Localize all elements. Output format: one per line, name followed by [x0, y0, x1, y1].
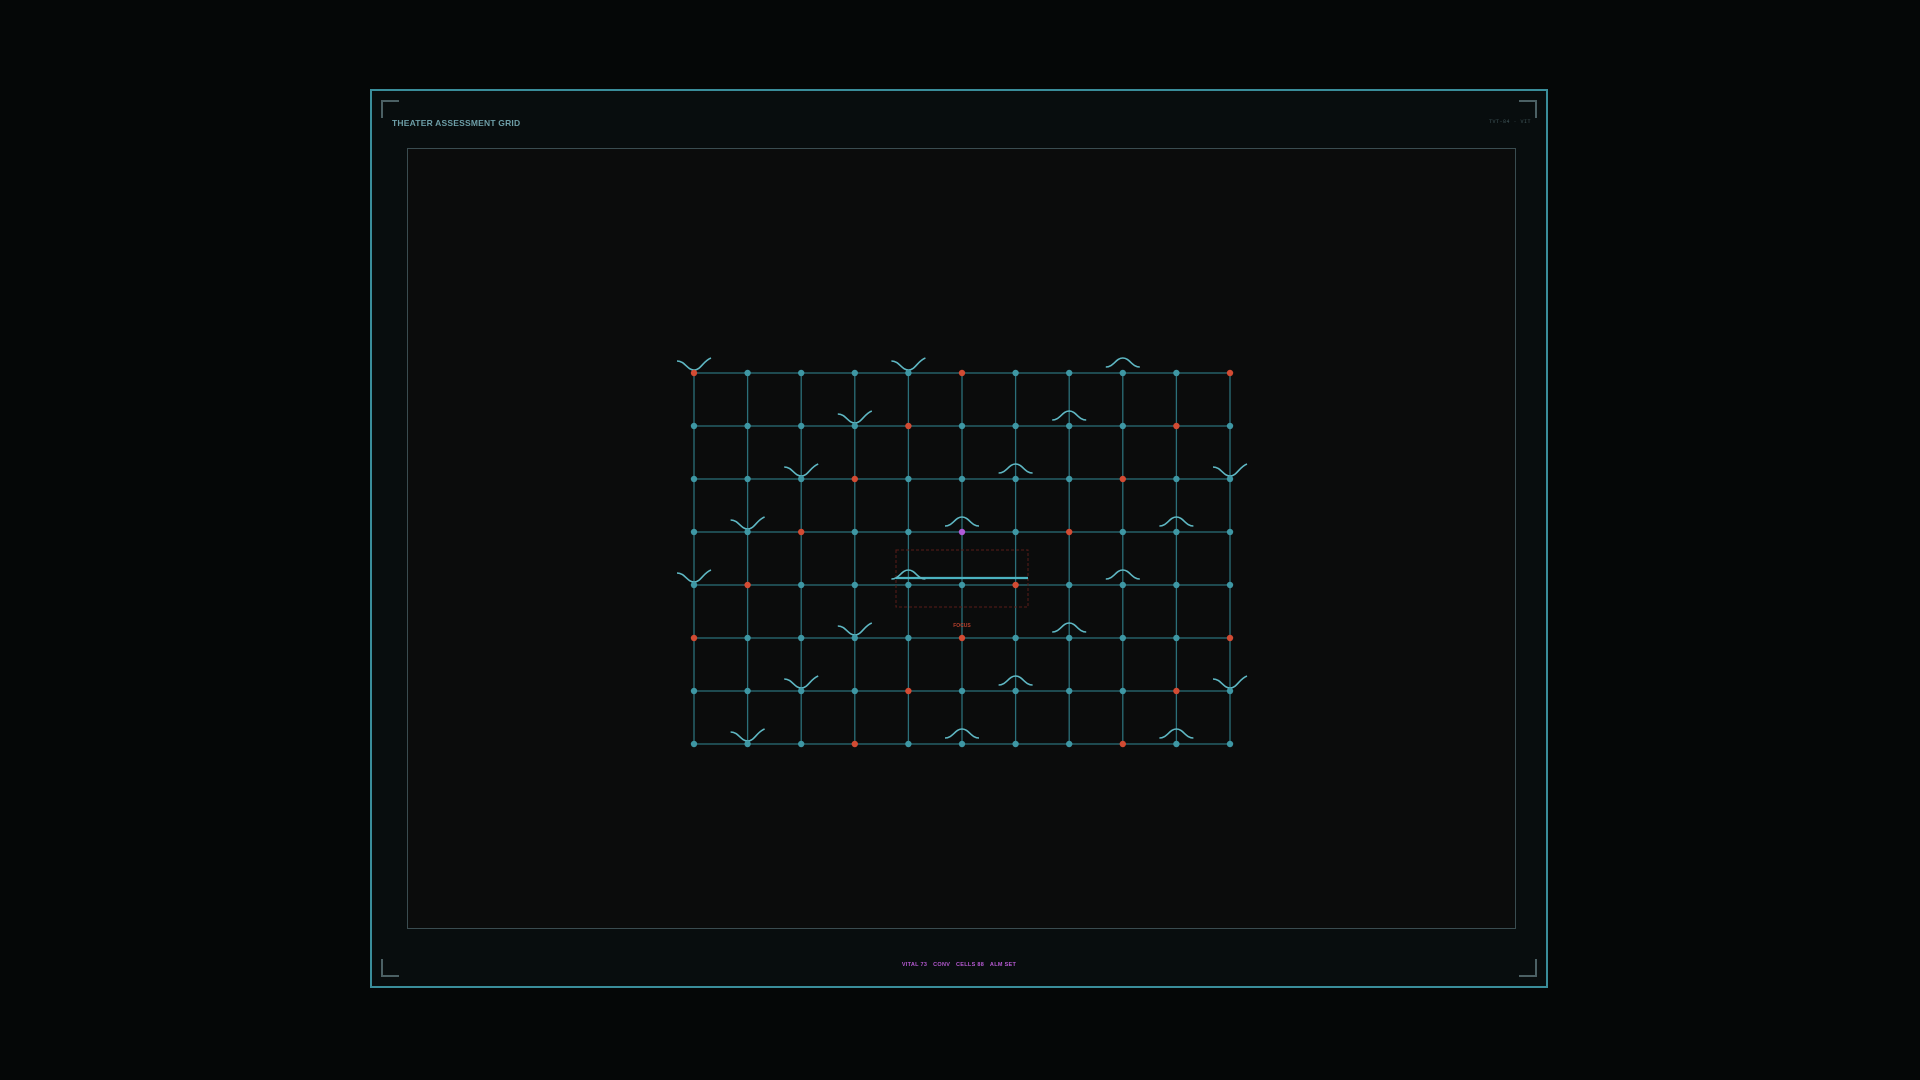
grid-node-alert[interactable]: [851, 740, 858, 748]
assessment-window: THEATER ASSESSMENT GRID TVT-84 · VIT FOC…: [370, 89, 1548, 988]
grid-node[interactable]: [798, 475, 805, 483]
grid-node-alert[interactable]: [1119, 475, 1126, 483]
grid-node[interactable]: [905, 581, 912, 589]
grid-node[interactable]: [744, 634, 751, 642]
status-cells: CELLS 88: [956, 962, 985, 968]
grid-node[interactable]: [1119, 528, 1126, 536]
grid-node-alert[interactable]: [690, 634, 698, 642]
grid-node-alert[interactable]: [851, 475, 858, 483]
grid-node[interactable]: [1226, 528, 1234, 536]
grid-node[interactable]: [744, 740, 751, 748]
grid-node[interactable]: [905, 634, 912, 642]
status-alarm: ALM SET: [989, 962, 1017, 968]
grid-node-alert[interactable]: [798, 528, 805, 536]
grid-node-alert[interactable]: [905, 422, 912, 430]
grid-node[interactable]: [1173, 634, 1180, 642]
grid-node[interactable]: [744, 422, 751, 430]
focus-label: FOCUS: [953, 623, 971, 629]
grid-node[interactable]: [1012, 740, 1019, 748]
assessment-grid[interactable]: FOCUS: [372, 91, 1546, 986]
grid-node-alert[interactable]: [1226, 369, 1234, 377]
grid-node[interactable]: [1226, 740, 1234, 748]
grid-node[interactable]: [1119, 369, 1126, 377]
grid-node[interactable]: [744, 528, 751, 536]
grid-node[interactable]: [798, 369, 805, 377]
grid-node[interactable]: [1012, 369, 1019, 377]
grid-node[interactable]: [1066, 634, 1073, 642]
grid-node[interactable]: [958, 687, 966, 695]
grid-node-alert[interactable]: [1066, 528, 1073, 536]
grid-node[interactable]: [690, 687, 698, 695]
wave-marker-icon: [676, 357, 712, 371]
grid-node[interactable]: [958, 475, 966, 483]
grid-node[interactable]: [744, 475, 751, 483]
grid-node[interactable]: [1066, 475, 1073, 483]
status-bar: VITAL 73 CONV CELLS 88 ALM SET: [372, 962, 1546, 968]
grid-node[interactable]: [958, 581, 966, 589]
grid-node[interactable]: [1066, 422, 1073, 430]
grid-node[interactable]: [1173, 369, 1180, 377]
grid-node-alert[interactable]: [958, 634, 966, 642]
grid-node-alert[interactable]: [1173, 687, 1180, 695]
grid-node[interactable]: [1173, 581, 1180, 589]
grid-node[interactable]: [1119, 634, 1126, 642]
grid-node[interactable]: [798, 581, 805, 589]
grid-node[interactable]: [851, 422, 858, 430]
grid-node[interactable]: [851, 369, 858, 377]
grid-node[interactable]: [690, 581, 698, 589]
grid-node-alert[interactable]: [1173, 422, 1180, 430]
grid-node[interactable]: [1119, 422, 1126, 430]
grid-node-alert[interactable]: [1012, 581, 1019, 589]
grid-node[interactable]: [1226, 475, 1234, 483]
grid-node[interactable]: [1119, 581, 1126, 589]
grid-node[interactable]: [1226, 422, 1234, 430]
grid-node[interactable]: [798, 634, 805, 642]
grid-node[interactable]: [690, 528, 698, 536]
grid-node[interactable]: [851, 687, 858, 695]
grid-node[interactable]: [905, 369, 912, 377]
grid-node[interactable]: [851, 581, 858, 589]
grid-node-focus[interactable]: [958, 528, 966, 536]
grid-node[interactable]: [1119, 687, 1126, 695]
grid-node[interactable]: [905, 475, 912, 483]
wave-marker-icon: [891, 357, 926, 371]
status-vital: VITAL 73: [901, 962, 928, 968]
grid-node[interactable]: [1173, 475, 1180, 483]
grid-node[interactable]: [690, 740, 698, 748]
grid-node-alert[interactable]: [1119, 740, 1126, 748]
grid-node[interactable]: [744, 687, 751, 695]
grid-node-alert[interactable]: [690, 369, 698, 377]
grid-node[interactable]: [798, 740, 805, 748]
grid-node[interactable]: [1173, 740, 1180, 748]
grid-node[interactable]: [905, 740, 912, 748]
grid-node-alert[interactable]: [744, 581, 751, 589]
grid-node[interactable]: [1173, 528, 1180, 536]
grid-node[interactable]: [1012, 528, 1019, 536]
grid-node[interactable]: [1012, 475, 1019, 483]
grid-node[interactable]: [1012, 687, 1019, 695]
grid-node[interactable]: [1226, 581, 1234, 589]
grid-node[interactable]: [744, 369, 751, 377]
grid-node[interactable]: [1226, 687, 1234, 695]
grid-node[interactable]: [798, 422, 805, 430]
grid-node[interactable]: [851, 528, 858, 536]
wave-marker-icon: [1105, 357, 1140, 368]
grid-node[interactable]: [1012, 634, 1019, 642]
grid-node[interactable]: [690, 422, 698, 430]
grid-node[interactable]: [958, 740, 966, 748]
grid-node[interactable]: [851, 634, 858, 642]
grid-node-alert[interactable]: [1226, 634, 1234, 642]
grid-node[interactable]: [905, 528, 912, 536]
grid-node[interactable]: [798, 687, 805, 695]
grid-node[interactable]: [1066, 687, 1073, 695]
grid-node[interactable]: [1012, 422, 1019, 430]
grid-node[interactable]: [1066, 369, 1073, 377]
grid-node[interactable]: [690, 475, 698, 483]
status-conv: CONV: [933, 962, 951, 968]
grid-node[interactable]: [1066, 581, 1073, 589]
grid-node-alert[interactable]: [905, 687, 912, 695]
grid-node[interactable]: [958, 422, 966, 430]
grid-node-alert[interactable]: [958, 369, 966, 377]
grid-node[interactable]: [1066, 740, 1073, 748]
